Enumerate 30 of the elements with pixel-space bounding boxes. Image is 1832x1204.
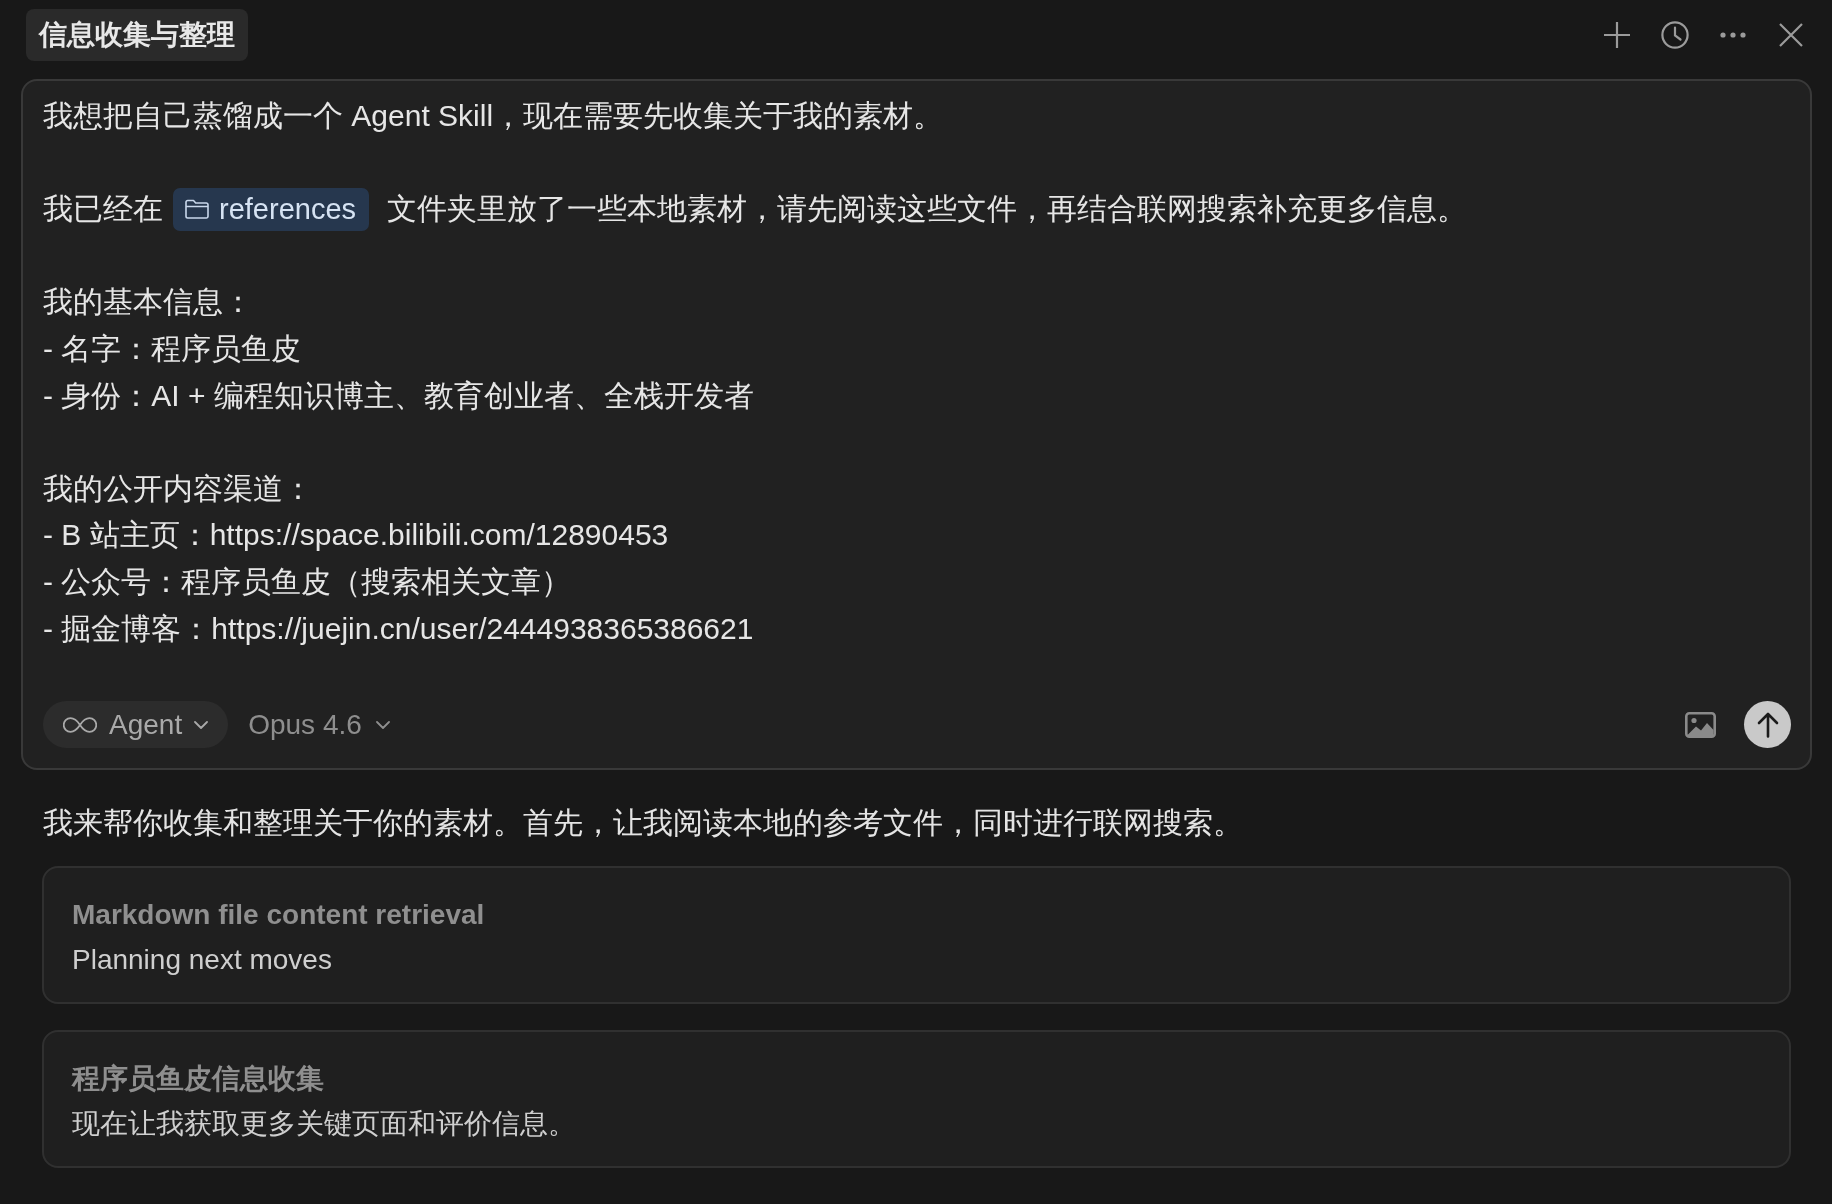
mode-dropdown[interactable]: Agent	[43, 701, 229, 748]
more-icon[interactable]	[1720, 32, 1746, 38]
message-text: 我已经在	[43, 191, 163, 228]
message-text: 我的基本信息：	[43, 284, 253, 321]
step-detail: Planning next moves	[72, 943, 332, 977]
message-text: - B 站主页：https://space.bilibili.com/12890453	[43, 517, 669, 554]
arrow-up-icon	[1756, 711, 1779, 738]
message-text: 文件夹里放了一些本地素材，请先阅读这些文件，再结合联网搜索补充更多信息。	[387, 191, 1467, 228]
plus-icon[interactable]	[1603, 21, 1631, 49]
send-button[interactable]	[1744, 701, 1791, 748]
step-detail: 现在让我获取更多关键页面和评价信息。	[72, 1107, 576, 1141]
message-text: - 身份：AI + 编程知识博主、教育创业者、全栈开发者	[43, 377, 754, 414]
step-title: Markdown file content retrieval	[72, 898, 485, 932]
message-text: 我想把自己蒸馏成一个 Agent Skill，现在需要先收集关于我的素材。	[43, 98, 944, 134]
infinity-icon	[63, 716, 97, 733]
chat-title: 信息收集与整理	[26, 9, 248, 61]
caret-icon	[194, 720, 209, 729]
step-title: 程序员鱼皮信息收集	[72, 1062, 324, 1096]
clock-icon[interactable]	[1661, 21, 1689, 49]
model-dropdown[interactable]: Opus 4.6	[248, 701, 390, 748]
message-text: - 公众号：程序员鱼皮（搜索相关文章）	[43, 563, 572, 600]
folder-icon	[185, 199, 209, 220]
caret-icon	[375, 720, 390, 729]
folder-mention[interactable]: references	[173, 188, 369, 231]
message-text: - 掘金博客：https://juejin.cn/user/2444938365386621	[43, 610, 754, 647]
reply-text: 我来帮你收集和整理关于你的素材。首先，让我阅读本地的参考文件，同时进行联网搜索。	[43, 805, 1243, 841]
message-text: 我的公开内容渠道：	[43, 470, 313, 507]
image-icon[interactable]	[1685, 711, 1716, 738]
close-icon[interactable]	[1779, 23, 1803, 47]
message-text: - 名字：程序员鱼皮	[43, 330, 302, 367]
